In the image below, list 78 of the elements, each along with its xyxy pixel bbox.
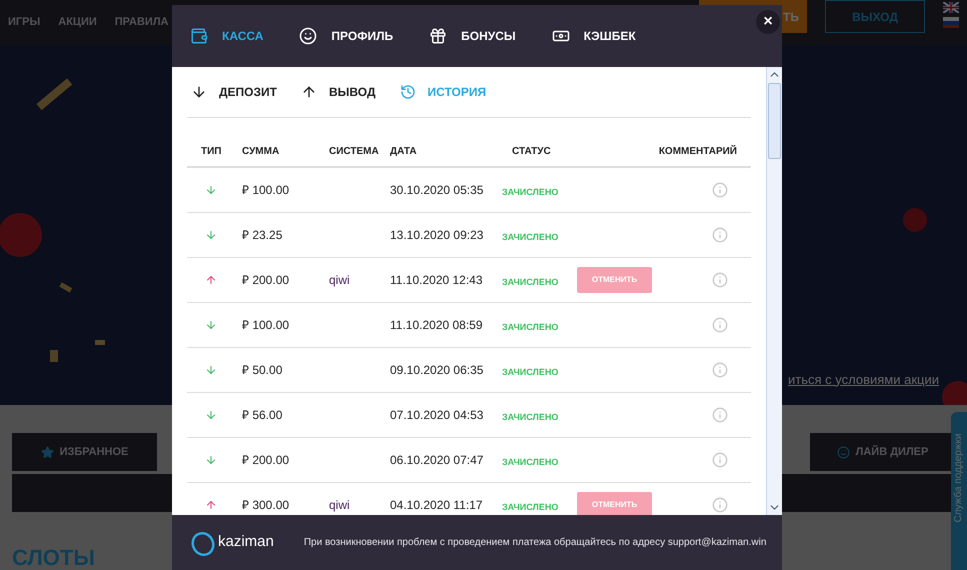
arrow-down-icon bbox=[205, 409, 217, 421]
date-cell: 13.10.2020 09:23 bbox=[390, 228, 484, 242]
status-cell: ЗАЧИСЛЕНО bbox=[502, 502, 558, 512]
arrow-up-icon bbox=[205, 499, 217, 511]
date-cell: 06.10.2020 07:47 bbox=[390, 453, 484, 467]
arrow-down-icon bbox=[205, 364, 217, 376]
arrow-down-icon bbox=[205, 454, 217, 466]
nav-link[interactable]: ПРАВИЛА bbox=[114, 14, 168, 31]
info-icon[interactable] bbox=[712, 452, 728, 468]
gift-icon bbox=[429, 27, 448, 45]
status-cell: ЗАЧИСЛЕНО bbox=[502, 457, 558, 467]
arrow-down-icon bbox=[191, 84, 207, 100]
date-cell: 30.10.2020 05:35 bbox=[390, 183, 484, 197]
amount-cell: ₽ 100.00 bbox=[242, 183, 290, 197]
column-header: СТАТУС bbox=[511, 145, 552, 159]
column-header: КОММЕНТАРИЙ bbox=[658, 144, 738, 159]
amount-cell: ₽ 23.25 bbox=[242, 228, 282, 242]
scrollbar[interactable] bbox=[766, 67, 782, 515]
arrow-down-icon bbox=[205, 229, 217, 241]
history-icon bbox=[400, 84, 416, 100]
arrow-down-icon bbox=[205, 184, 217, 196]
star-icon bbox=[40, 446, 54, 458]
modal-tab[interactable]: КАССА bbox=[190, 27, 264, 45]
info-icon[interactable] bbox=[712, 362, 728, 378]
cancel-button[interactable]: ОТМЕНИТЬ bbox=[577, 492, 652, 515]
status-cell: ЗАЧИСЛЕНО bbox=[502, 412, 558, 422]
uk-flag-icon[interactable] bbox=[943, 2, 959, 13]
scroll-thumb[interactable] bbox=[768, 83, 781, 159]
date-cell: 09.10.2020 06:35 bbox=[390, 363, 484, 377]
system-cell: qiwi bbox=[329, 498, 350, 512]
amount-cell: ₽ 300.00 bbox=[242, 498, 290, 512]
info-icon[interactable] bbox=[712, 317, 728, 333]
modal-tab[interactable]: БОНУСЫ bbox=[429, 27, 516, 45]
logout-button[interactable]: ВЫХОД bbox=[825, 0, 925, 33]
date-cell: 04.10.2020 11:17 bbox=[390, 498, 483, 512]
arrow-down-icon bbox=[205, 319, 217, 331]
info-icon[interactable] bbox=[712, 407, 728, 423]
amount-cell: ₽ 50.00 bbox=[242, 363, 282, 377]
date-cell: 11.10.2020 12:43 bbox=[390, 273, 483, 287]
smiley-icon bbox=[299, 27, 318, 45]
modal-tab[interactable]: КЭШБЕК bbox=[552, 27, 636, 45]
nav-link[interactable]: АКЦИИ bbox=[58, 14, 97, 31]
system-cell: qiwi bbox=[329, 273, 350, 287]
payment-tab[interactable]: ДЕПОЗИТ bbox=[191, 83, 277, 101]
category-button[interactable]: ИЗБРАННОЕ bbox=[12, 433, 157, 471]
amount-cell: ₽ 200.00 bbox=[242, 453, 290, 467]
arrow-up-icon bbox=[300, 84, 317, 100]
amount-cell: ₽ 200.00 bbox=[242, 273, 290, 287]
status-cell: ЗАЧИСЛЕНО bbox=[502, 322, 558, 332]
column-header: СИСТЕМА bbox=[329, 145, 380, 159]
section-title: СЛОТЫ bbox=[12, 544, 95, 570]
cancel-button[interactable]: ОТМЕНИТЬ bbox=[577, 267, 652, 293]
status-cell: ЗАЧИСЛЕНО bbox=[502, 367, 558, 377]
footer-note: При возникновении проблем с проведением платежа обращайтесь по адресу support@kaziman.win bbox=[304, 536, 766, 550]
info-icon[interactable] bbox=[712, 497, 728, 513]
info-icon[interactable] bbox=[712, 272, 728, 288]
payment-tab[interactable]: ИСТОРИЯ bbox=[400, 83, 486, 101]
status-cell: ЗАЧИСЛЕНО bbox=[502, 232, 558, 242]
nav-link[interactable]: ИГРЫ bbox=[8, 14, 40, 31]
status-cell: ЗАЧИСЛЕНО bbox=[502, 277, 558, 287]
promo-terms-link[interactable]: иться с условиями акции bbox=[788, 370, 939, 389]
russia-flag-icon[interactable] bbox=[943, 17, 959, 28]
date-cell: 11.10.2020 08:59 bbox=[390, 318, 483, 332]
amount-cell: ₽ 100.00 bbox=[242, 318, 290, 332]
payment-tab[interactable]: ВЫВОД bbox=[300, 83, 376, 101]
amount-cell: ₽ 56.00 bbox=[242, 408, 282, 422]
smiley-icon bbox=[836, 446, 850, 458]
logo-text: kaziman bbox=[218, 532, 274, 552]
status-cell: ЗАЧИСЛЕНО bbox=[502, 187, 558, 197]
column-header: ТИП bbox=[200, 145, 222, 159]
info-icon[interactable] bbox=[712, 182, 728, 198]
modal-tab[interactable]: ПРОФИЛЬ bbox=[299, 27, 394, 45]
column-header: ДАТА bbox=[390, 145, 418, 159]
wallet-icon bbox=[190, 27, 208, 45]
column-header: СУММА bbox=[242, 145, 280, 159]
date-cell: 07.10.2020 04:53 bbox=[390, 408, 484, 422]
arrow-up-icon bbox=[205, 274, 217, 286]
info-icon[interactable] bbox=[712, 227, 728, 243]
